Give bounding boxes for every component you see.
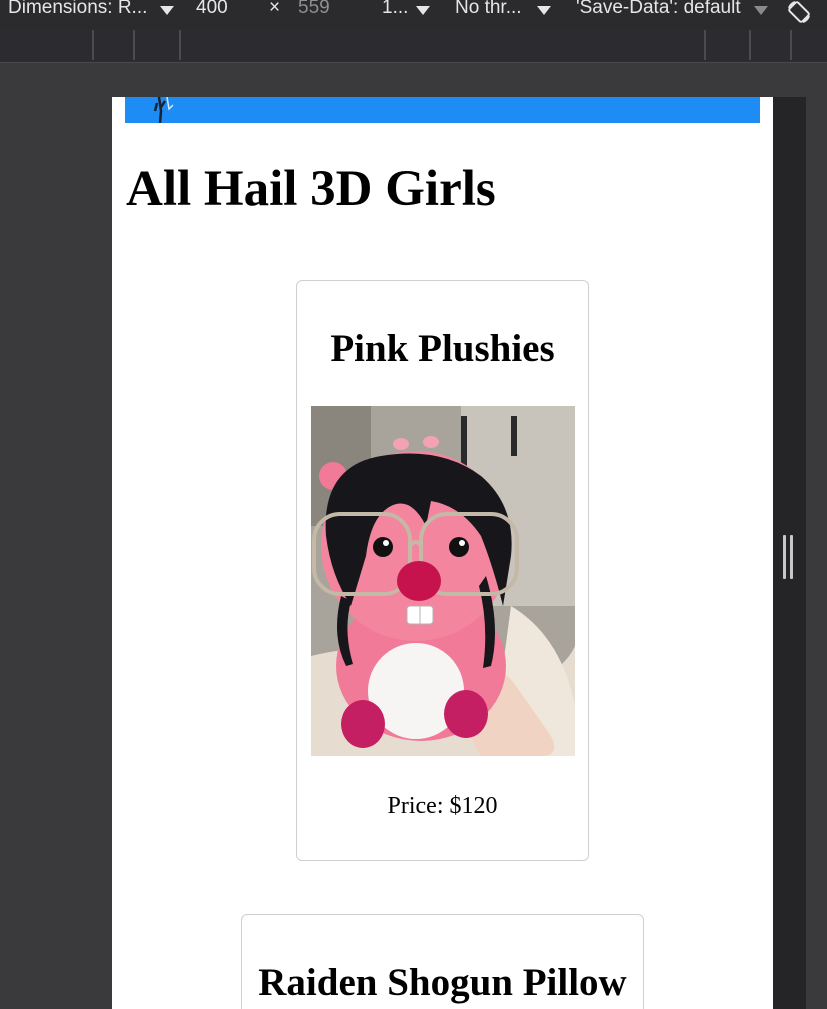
caret-down-icon[interactable] [537, 6, 551, 15]
ruler-divider [790, 30, 792, 60]
dimensions-dropdown[interactable]: Dimensions: R... [8, 0, 147, 19]
caret-down-icon[interactable] [416, 6, 430, 15]
product-image [311, 406, 575, 756]
throttle-dropdown[interactable]: No thr... [455, 0, 522, 19]
caret-down-icon[interactable] [160, 6, 174, 15]
save-data-dropdown[interactable]: 'Save-Data': default [576, 0, 741, 19]
ruler-divider [92, 30, 94, 60]
product-name: Pink Plushies [330, 327, 555, 370]
ruler-divider [749, 30, 751, 60]
ruler-divider [179, 30, 181, 60]
devtools-device-toolbar: Dimensions: R... 400 × 559 1... No thr..… [0, 0, 827, 30]
ruler-divider [133, 30, 135, 60]
product-name: Raiden Shogun Pillow [258, 961, 627, 1004]
resize-handle-icon[interactable] [783, 535, 795, 579]
caret-down-icon[interactable] [754, 6, 768, 15]
media-query-ruler[interactable] [0, 30, 827, 63]
pink-plush-image [311, 406, 575, 756]
height-input[interactable]: 559 [298, 0, 330, 19]
banner-figure-image [153, 97, 174, 123]
ruler-divider [704, 30, 706, 60]
zoom-dropdown[interactable]: 1... [382, 0, 408, 19]
product-card[interactable]: Pink Plushies Price: $120 [296, 280, 589, 861]
times-sign: × [269, 0, 281, 18]
product-card[interactable]: Raiden Shogun Pillow [241, 914, 644, 1009]
header-banner [125, 97, 760, 123]
width-input[interactable]: 400 [196, 0, 228, 19]
rotate-icon[interactable] [786, 0, 812, 25]
product-price: Price: $120 [387, 793, 498, 819]
page-title: All Hail 3D Girls [126, 161, 496, 217]
emulated-viewport: All Hail 3D Girls Pink Plushies Price: $… [112, 97, 773, 1009]
